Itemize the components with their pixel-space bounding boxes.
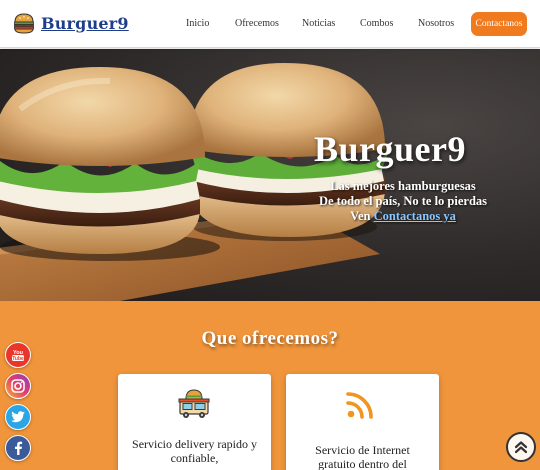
twitter-icon [10, 411, 25, 423]
wifi-icon [346, 392, 373, 419]
hero-banner: Burguer9 Las mejores hamburguesas De tod… [0, 49, 540, 301]
service-card-internet-text: Servicio de Internet gratuito dentro del [315, 443, 410, 470]
burger-logo-icon [14, 13, 34, 34]
hero-tagline-1: Las mejores hamburguesas [330, 179, 476, 193]
hero-contact-link[interactable]: Contactanos ya [374, 209, 456, 223]
instagram-icon [11, 379, 25, 393]
youtube-icon: You Tube [12, 350, 24, 362]
youtube-button[interactable]: You Tube [5, 342, 31, 368]
brand-name[interactable]: Burguer9 [41, 14, 129, 33]
back-to-top-button[interactable] [506, 432, 536, 462]
burger-photo [0, 63, 388, 301]
double-chevron-up-icon [514, 441, 528, 454]
hero-tagline-2: De todo el país, No te lo pierdas [318, 194, 488, 208]
contact-button[interactable]: Contactanos [471, 12, 527, 36]
hero-tagline-prefix: Ven [350, 209, 374, 223]
offer-title: Que ofrecemos? [201, 328, 339, 349]
service-card-delivery-text: Servicio delivery rapido y confiable, [132, 437, 257, 465]
service-card-internet: Servicio de Internet gratuito dentro del [286, 374, 439, 470]
twitter-button[interactable] [5, 404, 31, 430]
nav-link-noticias[interactable]: Noticias [302, 18, 335, 29]
facebook-icon [15, 441, 23, 455]
nav-link-inicio[interactable]: Inicio [186, 18, 209, 29]
service-card-delivery: Servicio delivery rapido y confiable, [118, 374, 271, 470]
brand[interactable]: Burguer9 [12, 11, 129, 35]
facebook-button[interactable] [5, 435, 31, 461]
offer-section: Que ofrecemos? Servicio delivery rapido … [0, 301, 540, 470]
svg-text:Tube: Tube [12, 356, 24, 362]
hero-title: Burguer9 [314, 129, 466, 169]
nav-link-ofrecemos[interactable]: Ofrecemos [235, 18, 279, 29]
top-navbar: Burguer9 Inicio Ofrecemos Noticias Combo… [0, 0, 540, 48]
nav-link-nosotros[interactable]: Nosotros [418, 18, 454, 29]
nav-link-combos[interactable]: Combos [360, 18, 393, 29]
hero-tagline-3: Ven Contactanos ya [280, 209, 526, 224]
food-truck-icon [178, 389, 210, 418]
instagram-button[interactable] [5, 373, 31, 399]
